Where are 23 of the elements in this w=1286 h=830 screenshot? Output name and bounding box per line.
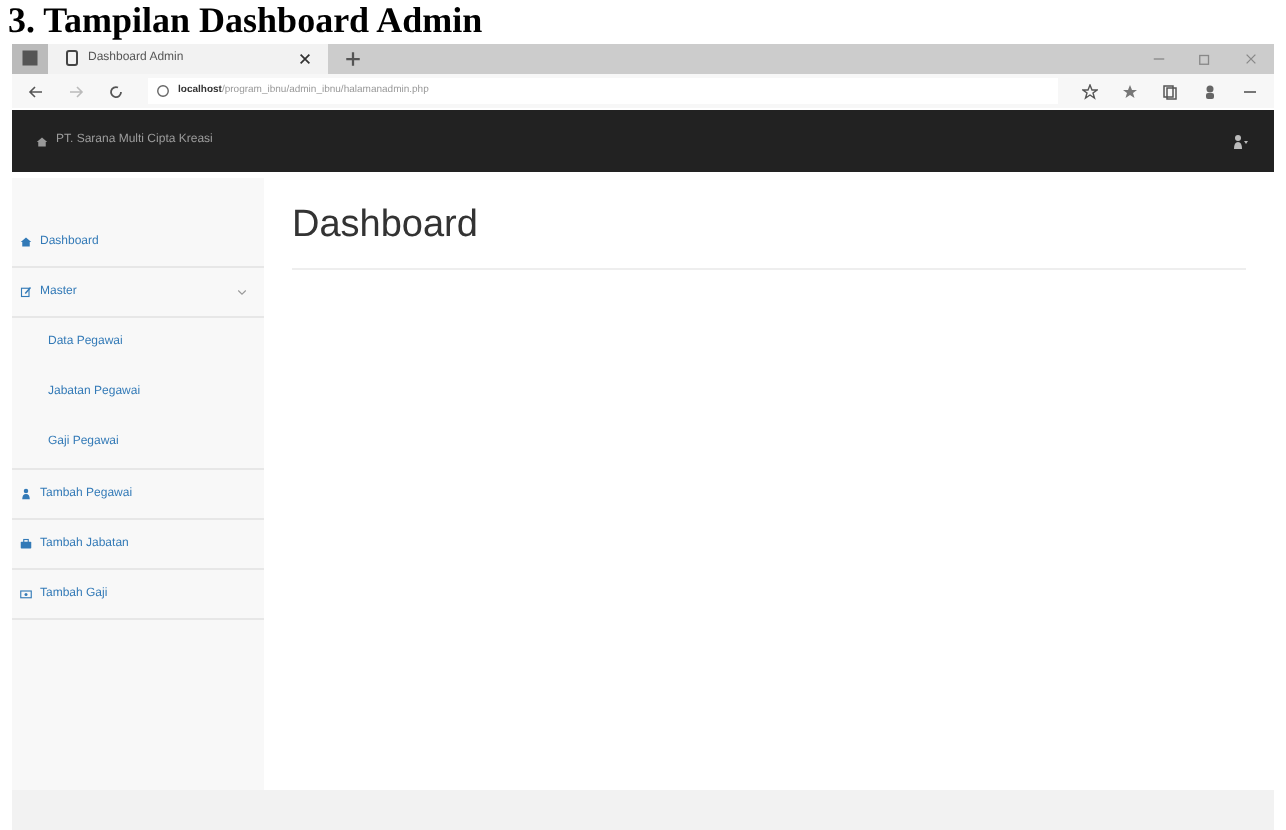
- briefcase-icon: [20, 538, 32, 551]
- restore-icon: [1198, 51, 1212, 66]
- edit-icon: [20, 286, 32, 299]
- home-icon: [20, 236, 32, 249]
- close-icon: [298, 51, 312, 66]
- refresh-icon: [108, 83, 124, 100]
- back-icon: [28, 83, 44, 100]
- tab-actions-icon: [12, 43, 48, 75]
- home-icon: [36, 135, 48, 148]
- user-menu-icon: [1232, 133, 1250, 150]
- favorite-icon: [1082, 83, 1098, 100]
- profile-icon: [1202, 83, 1218, 100]
- banknote-icon: [20, 588, 32, 601]
- user-icon: [20, 488, 32, 501]
- collections-icon: [1162, 83, 1178, 100]
- close-icon: [1244, 51, 1258, 66]
- document-heading: 3. Tampilan Dashboard Admin: [6, 0, 485, 44]
- info-icon: [156, 84, 170, 99]
- forward-icon: [68, 83, 84, 100]
- page-title: Dashboard: [292, 198, 1246, 270]
- page-icon: [64, 48, 80, 69]
- favorites-icon: [1122, 83, 1138, 100]
- new-tab-icon: [344, 49, 362, 68]
